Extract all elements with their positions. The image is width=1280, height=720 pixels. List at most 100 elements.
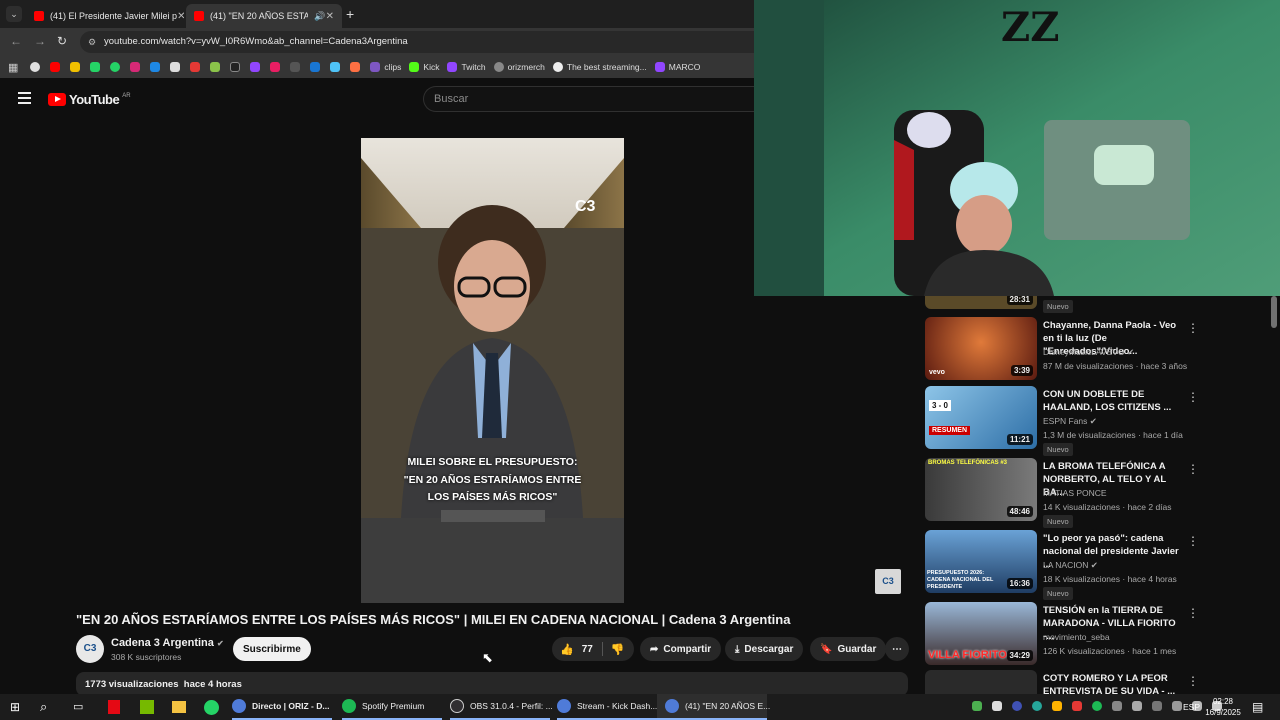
bookmark-streaming[interactable]: The best streaming...	[552, 62, 647, 72]
netflix-icon[interactable]	[108, 700, 120, 714]
video-thumbnail[interactable]: 28:31	[925, 296, 1037, 309]
bookmark-icon[interactable]	[70, 62, 81, 72]
speaker-icon[interactable]: 🔊	[314, 11, 325, 22]
bookmark-twitch[interactable]: Twitch	[447, 62, 486, 72]
search-icon[interactable]: ⌕	[40, 699, 47, 715]
channel-avatar[interactable]: C3	[76, 635, 104, 663]
bookmark-icon[interactable]	[90, 62, 101, 72]
more-options-icon[interactable]: ⋮	[1187, 674, 1199, 688]
taskbar-app-obs[interactable]: OBS 31.0.4 - Perfil: ...	[450, 694, 553, 720]
windows-start-icon[interactable]: ⊞	[10, 700, 20, 714]
channel-branding-logo[interactable]: C3	[875, 569, 901, 594]
channel-name[interactable]: ESPN Fans ✔	[1043, 416, 1097, 427]
reload-icon[interactable]: ↻	[57, 34, 67, 48]
subscribe-button[interactable]: Suscribirme	[233, 637, 311, 661]
youtube-logo[interactable]: YouTube AR	[48, 92, 131, 107]
bookmark-icon[interactable]	[350, 62, 361, 72]
task-view-icon[interactable]: ▭	[73, 700, 83, 713]
tray-icon[interactable]	[1012, 701, 1022, 711]
more-options-icon[interactable]: ⋮	[1187, 390, 1199, 404]
tray-icon[interactable]	[992, 701, 1002, 711]
browser-tab-2[interactable]: (41) "EN 20 AÑOS ESTARÍA 🔊 ✕	[186, 4, 342, 28]
forward-icon[interactable]: →	[34, 34, 46, 48]
tray-icon[interactable]	[1072, 701, 1082, 711]
video-thumbnail[interactable]: vevo 3:39	[925, 317, 1037, 380]
more-options-icon[interactable]: ⋮	[1187, 321, 1199, 335]
taskbar-app-spotify[interactable]: Spotify Premium	[342, 694, 442, 720]
dislike-icon[interactable]: 👎	[611, 643, 625, 656]
video-player[interactable]: C3 MILEI SOBRE EL PRESUPUESTO: "EN 20 AÑ…	[361, 138, 624, 603]
close-tab-icon[interactable]: ✕	[177, 11, 184, 22]
search-input[interactable]: Buscar	[423, 86, 754, 112]
channel-name[interactable]: movimiento_seba	[1043, 632, 1110, 642]
share-button[interactable]: ➦ Compartir	[640, 637, 722, 661]
video-thumbnail[interactable]: VILLA FIORITO 34:29	[925, 602, 1037, 665]
bookmark-icon[interactable]	[270, 62, 281, 72]
instagram-icon[interactable]	[130, 62, 141, 72]
video-thumbnail[interactable]: 3 - 0 RESUMEN 11:21	[925, 386, 1037, 449]
language-indicator[interactable]: ESP	[1183, 702, 1200, 712]
video-thumbnail[interactable]: BROMAS TELEFÓNICAS #3 48:46	[925, 458, 1037, 521]
file-explorer-icon[interactable]	[172, 701, 186, 713]
new-tab-icon[interactable]: +	[346, 6, 354, 22]
notifications-icon[interactable]: ▤	[1252, 700, 1263, 714]
video-description[interactable]: 1773 visualizaciones hace 4 horas	[76, 672, 908, 696]
network-icon[interactable]	[1152, 701, 1162, 711]
bookmark-marco[interactable]: MARCO	[654, 62, 700, 72]
back-icon[interactable]: ←	[10, 34, 22, 48]
tray-icon[interactable]	[1032, 701, 1042, 711]
bookmark-orizmerch[interactable]: orizmerch	[493, 62, 545, 72]
bookmark-icon[interactable]	[150, 62, 161, 72]
whatsapp-icon[interactable]	[110, 62, 121, 72]
channel-name[interactable]: LA NACION ✔	[1043, 560, 1098, 571]
related-video-item[interactable]: VILLA FIORITO 34:29 TENSIÓN en la TIERRA…	[925, 602, 1265, 668]
tiktok-icon[interactable]	[230, 62, 241, 72]
related-video-item[interactable]: 3 - 0 RESUMEN 11:21 CON UN DOBLETE DE HA…	[925, 386, 1265, 456]
taskbar-app-youtube[interactable]: (41) "EN 20 AÑOS E...	[657, 694, 770, 720]
close-tab-icon[interactable]: ✕	[326, 11, 334, 22]
bookmark-icon[interactable]	[170, 62, 181, 72]
nvidia-icon[interactable]	[140, 700, 154, 714]
video-thumbnail[interactable]: PRESUPUESTO 2026: CADENA NACIONAL DEL PR…	[925, 530, 1037, 593]
related-video-item[interactable]: BROMAS TELEFÓNICAS #3 48:46 LA BROMA TEL…	[925, 458, 1265, 528]
youtube-icon[interactable]	[50, 62, 61, 72]
tray-icon[interactable]	[1052, 701, 1062, 711]
more-options-icon[interactable]: ⋮	[1187, 462, 1199, 476]
bookmark-icon[interactable]	[210, 62, 221, 72]
spotify-tray-icon[interactable]	[1092, 701, 1102, 711]
video-thumbnail[interactable]	[925, 670, 1037, 694]
bookmark-kick[interactable]: Kick	[409, 62, 439, 72]
related-video-item[interactable]: PRESUPUESTO 2026: CADENA NACIONAL DEL PR…	[925, 530, 1265, 600]
video-title[interactable]: CON UN DOBLETE DE HAALAND, LOS CITIZENS …	[1043, 388, 1183, 414]
bookmark-icon[interactable]	[250, 62, 261, 72]
address-bar[interactable]: ⚙ youtube.com/watch?v=yvW_I0R6Wmo&ab_cha…	[80, 31, 754, 53]
bookmark-icon[interactable]	[310, 62, 321, 72]
channel-name[interactable]: MATIAS PONCE	[1043, 488, 1107, 498]
bookmark-icon[interactable]	[290, 62, 301, 72]
sidebar-scrollbar[interactable]	[1271, 296, 1277, 328]
tab-search-button[interactable]: ⌄	[6, 6, 22, 22]
related-video-item[interactable]: vevo 3:39 Chayanne, Danna Paola - Veo en…	[925, 317, 1265, 383]
tray-icon[interactable]	[1112, 701, 1122, 711]
google-icon[interactable]	[30, 62, 41, 72]
download-button[interactable]: ⤓ Descargar	[725, 637, 804, 661]
usb-icon[interactable]	[1172, 701, 1182, 711]
taskbar-app-directo[interactable]: Directo | ORIZ - D...	[232, 694, 332, 720]
video-title[interactable]: COTY ROMERO Y LA PEOR ENTREVISTA DE SU V…	[1043, 672, 1183, 694]
more-options-icon[interactable]: ⋮	[1187, 534, 1199, 548]
clock[interactable]: 02:28 16/9/2025	[1205, 696, 1241, 718]
more-options-icon[interactable]: ⋮	[1187, 606, 1199, 620]
channel-name[interactable]: DisneyMusicLAVEVO ✔	[1043, 347, 1134, 358]
browser-tab-1[interactable]: (41) El Presidente Javier Milei p ✕	[26, 4, 184, 28]
apps-grid-icon[interactable]: ▦	[8, 61, 18, 74]
save-button[interactable]: 🔖 Guardar	[810, 637, 887, 661]
like-count[interactable]: 77	[582, 644, 593, 655]
menu-icon[interactable]	[18, 92, 31, 104]
related-video-item[interactable]: 28:31 Nuevo	[925, 296, 1265, 313]
tray-icon[interactable]	[1132, 701, 1142, 711]
bookmark-clips[interactable]: clips	[370, 62, 401, 72]
taskbar-app-kick[interactable]: Stream - Kick Dash...	[557, 694, 657, 720]
related-video-item[interactable]: COTY ROMERO Y LA PEOR ENTREVISTA DE SU V…	[925, 670, 1265, 694]
more-actions-icon[interactable]: ⋯	[885, 637, 909, 661]
channel-name[interactable]: Cadena 3 Argentina ✔	[111, 637, 224, 649]
